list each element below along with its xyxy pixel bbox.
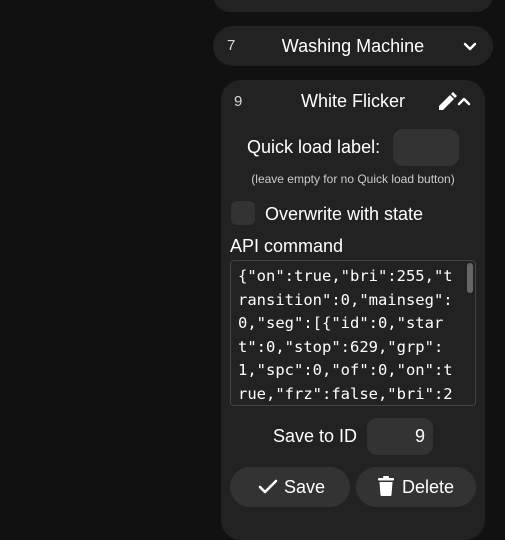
- save-button[interactable]: Save: [230, 467, 350, 507]
- api-command-textarea[interactable]: {"on":true,"bri":255,"transition":0,"mai…: [230, 260, 476, 406]
- overwrite-checkbox[interactable]: [231, 201, 255, 225]
- preset-name: Washing Machine: [281, 36, 425, 56]
- delete-button-label: Delete: [402, 477, 455, 497]
- chevron-up-icon[interactable]: [457, 94, 471, 108]
- delete-button[interactable]: Delete: [356, 467, 476, 507]
- check-icon: [258, 479, 278, 494]
- edit-icon[interactable]: [437, 92, 459, 112]
- quick-load-input[interactable]: [393, 129, 459, 166]
- overwrite-label: Overwrite with state: [265, 204, 424, 224]
- preset-item-washing-machine[interactable]: 7 Washing Machine: [213, 26, 493, 66]
- quick-load-hint: (leave empty for no Quick load button): [251, 172, 455, 186]
- api-command-text: {"on":true,"bri":255,"transition":0,"mai…: [238, 267, 453, 403]
- quick-load-label: Quick load label:: [247, 137, 381, 157]
- save-to-id-input[interactable]: 9: [367, 418, 433, 455]
- chevron-down-icon[interactable]: [463, 40, 477, 54]
- save-to-id-label: Save to ID: [273, 426, 358, 446]
- api-command-scrollbar[interactable]: [467, 263, 473, 293]
- trash-icon: [378, 476, 394, 496]
- save-button-label: Save: [284, 477, 326, 497]
- save-to-id-value: 9: [414, 426, 425, 446]
- preset-card-above[interactable]: [213, 0, 493, 12]
- preset-item-white-flicker: 9 White Flicker Quick load label: (leave…: [221, 80, 485, 540]
- api-command-label: API command: [230, 236, 344, 256]
